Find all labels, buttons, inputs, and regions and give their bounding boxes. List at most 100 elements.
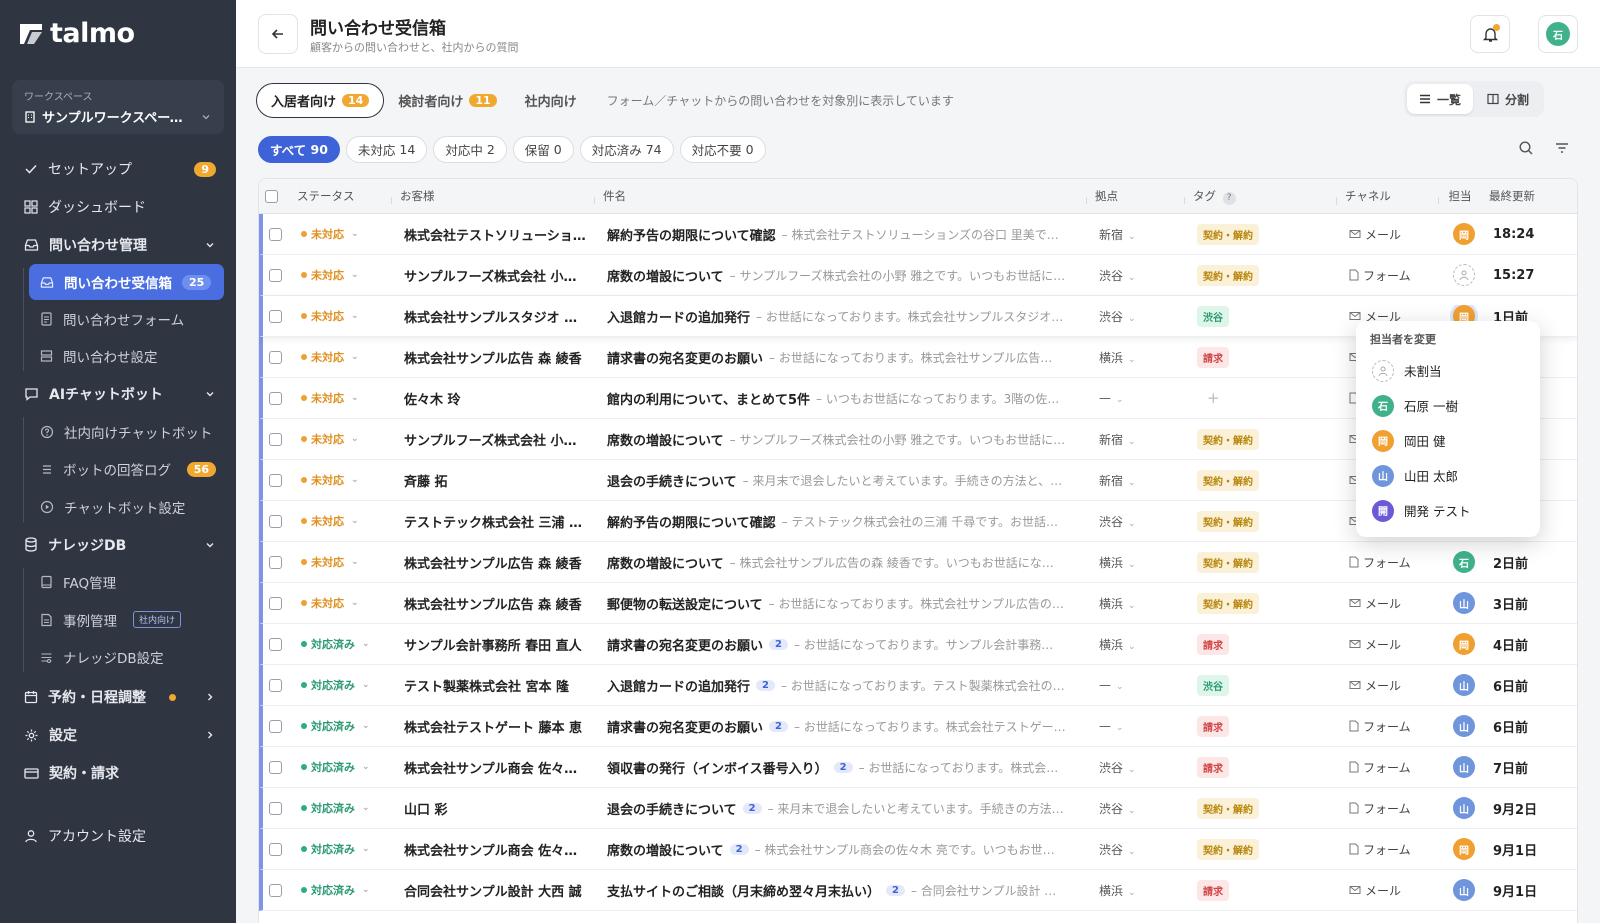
status-dropdown[interactable]: 未対応 ⌄ [301, 472, 388, 488]
location-dropdown[interactable]: 渋谷 ⌄ [1099, 843, 1136, 857]
subject[interactable]: 解約予告の期限について確認 – 株式会社テストソリューションズの谷口 里美で… [607, 225, 1083, 244]
workspace-switcher[interactable]: ワークスペース サンプルワークスペース… [12, 80, 224, 134]
sidebar-item-inbox[interactable]: 問い合わせ受信箱 25 [29, 264, 224, 300]
table-row[interactable]: 未対応 ⌄ 株式会社サンプル広告 森 綾香 席数の増設について – 株式会社サンプル広告… [259, 542, 1577, 583]
sidebar-item-booking[interactable]: 予約・日程調整 [0, 678, 236, 716]
tag-badge[interactable]: 契約・解約 [1197, 223, 1259, 245]
sidebar-item-inquiry-management[interactable]: 問い合わせ管理 [0, 226, 236, 264]
column-customer[interactable]: お客様 [392, 188, 595, 204]
sidebar-item-knowledge-db[interactable]: ナレッジDB [0, 526, 236, 564]
unassigned-user-icon[interactable] [1453, 264, 1475, 286]
avatar[interactable]: 岡 [1453, 223, 1475, 245]
status-dropdown[interactable]: 未対応 ⌄ [301, 554, 388, 570]
customer-name[interactable]: 株式会社サンプル商会 佐々… [404, 840, 591, 859]
status-dropdown[interactable]: 対応済み ⌄ [301, 718, 388, 734]
row-checkbox[interactable] [269, 760, 282, 774]
sidebar-item-billing[interactable]: 契約・請求 [0, 754, 236, 792]
status-dropdown[interactable]: 未対応 ⌄ [301, 431, 388, 447]
row-checkbox[interactable] [269, 432, 282, 446]
tag-badge[interactable]: 渋谷 [1197, 674, 1229, 696]
table-row[interactable]: 対応済み ⌄ 株式会社サンプル商会 佐々… 領収書の発行（インボイス番号入り） 2 – お… [259, 747, 1577, 788]
table-row[interactable]: 対応済み ⌄ テスト製薬株式会社 宮本 隆入退館カードの追加発行 2 – お世話になって… [259, 665, 1577, 706]
customer-name[interactable]: 株式会社サンプルスタジオ … [404, 307, 591, 326]
customer-name[interactable]: 株式会社テストソリューショ… [404, 225, 591, 244]
location-dropdown[interactable]: 渋谷 ⌄ [1099, 269, 1136, 283]
row-checkbox[interactable] [269, 637, 282, 651]
column-status[interactable]: ステータス [289, 188, 392, 204]
tag-badge[interactable]: 契約・解約 [1197, 592, 1259, 614]
avatar[interactable]: 石 [1453, 551, 1475, 573]
help-icon[interactable]: ? [1222, 191, 1236, 205]
status-dropdown[interactable]: 対応済み ⌄ [301, 636, 388, 652]
customer-name[interactable]: 株式会社サンプル広告 森 綾香 [404, 594, 591, 613]
subject[interactable]: 席数の増設について – サンプルフーズ株式会社の小野 雅之です。いつもお世話に… [607, 266, 1083, 285]
status-dropdown[interactable]: 未対応 ⌄ [301, 390, 388, 406]
search-icon[interactable] [1518, 140, 1534, 156]
row-checkbox[interactable] [269, 719, 282, 733]
filter-not-needed[interactable]: 対応不要 0 [679, 136, 766, 163]
avatar[interactable]: 岡 [1453, 838, 1475, 860]
subject[interactable]: 入退館カードの追加発行 – お世話になっております。株式会社サンプルスタジオ… [607, 307, 1083, 326]
location-dropdown[interactable]: — ⌄ [1099, 719, 1124, 733]
tab-internal[interactable]: 社内向け [511, 83, 591, 118]
tag-badge[interactable]: 契約・解約 [1197, 428, 1259, 450]
column-location[interactable]: 拠点 [1087, 188, 1185, 204]
filter-unhandled[interactable]: 未対応 14 [345, 136, 428, 163]
avatar[interactable]: 山 [1453, 715, 1475, 737]
sidebar-item-inquiry-settings[interactable]: 問い合わせ設定 [0, 338, 236, 376]
customer-name[interactable]: サンプルフーズ株式会社 小… [404, 266, 591, 285]
table-row[interactable]: 対応済み ⌄ 山口 彩退会の手続きについて 2 – 来月末で退会したいと考えています。手… [259, 788, 1577, 829]
tag-badge[interactable]: 請求 [1197, 756, 1229, 778]
tag-badge[interactable]: 契約・解約 [1197, 838, 1259, 860]
tag-badge[interactable]: 契約・解約 [1197, 510, 1259, 532]
subject[interactable]: 退会の手続きについて – 来月末で退会したいと考えています。手続きの方法と、… [607, 471, 1083, 490]
filter-icon[interactable] [1554, 140, 1570, 156]
subject[interactable]: 席数の増設について – 株式会社サンプル広告の森 綾香です。いつもお世話にな… [607, 553, 1083, 572]
assignee-option-unassigned[interactable]: 未割当 [1356, 353, 1540, 388]
location-dropdown[interactable]: 渋谷 ⌄ [1099, 761, 1136, 775]
subject[interactable]: 請求書の宛名変更のお願い 2 – お世話になっております。株式会社テストゲー… [607, 717, 1083, 736]
subject[interactable]: 請求書の宛名変更のお願い 2 – お世話になっております。サンプル会計事務… [607, 635, 1083, 654]
table-row[interactable]: 対応済み ⌄ 合同会社サンプル設計 大西 誠支払サイトのご相談（月末締め翌々月末払い… [259, 870, 1577, 911]
avatar[interactable]: 山 [1453, 756, 1475, 778]
subject[interactable]: 郵便物の転送設定について – お世話になっております。株式会社サンプル広告の… [607, 594, 1083, 613]
tab-prospects[interactable]: 検討者向け 11 [384, 83, 510, 118]
sidebar-item-inquiry-form[interactable]: 問い合わせフォーム [0, 300, 236, 338]
column-channel[interactable]: チャネル [1337, 188, 1439, 204]
tab-residents[interactable]: 入居者向け 14 [256, 82, 385, 118]
status-dropdown[interactable]: 対応済み ⌄ [301, 759, 388, 775]
subject[interactable]: 領収書の発行（インボイス番号入り） 2 – お世話になっております。株式会… [607, 758, 1083, 777]
customer-name[interactable]: 株式会社サンプル広告 森 綾香 [404, 553, 591, 572]
tag-badge[interactable]: 請求 [1197, 633, 1229, 655]
row-checkbox[interactable] [269, 391, 282, 405]
table-row[interactable]: 未対応 ⌄ 株式会社サンプル広告 森 綾香 郵便物の転送設定について – お世話になって… [259, 583, 1577, 624]
sidebar-item-internal-chatbot[interactable]: 社内向けチャットボット [0, 413, 236, 451]
row-checkbox[interactable] [269, 514, 282, 528]
customer-name[interactable]: 山口 彩 [404, 799, 591, 818]
location-dropdown[interactable]: 横浜 ⌄ [1099, 638, 1136, 652]
logo[interactable]: talmo [18, 18, 135, 49]
tag-badge[interactable]: 契約・解約 [1197, 797, 1259, 819]
split-view-button[interactable]: 分割 [1475, 84, 1541, 114]
subject[interactable]: 解約予告の期限について確認 – テストテック株式会社の三浦 千尋です。お世話… [607, 512, 1083, 531]
status-dropdown[interactable]: 未対応 ⌄ [301, 349, 388, 365]
row-checkbox[interactable] [269, 678, 282, 692]
tag-badge[interactable]: 請求 [1197, 879, 1229, 901]
column-tag[interactable]: タグ ? [1185, 188, 1337, 205]
row-checkbox[interactable] [269, 801, 282, 815]
status-dropdown[interactable]: 未対応 ⌄ [301, 513, 388, 529]
table-row[interactable]: 対応済み ⌄ 株式会社テストゲート 藤本 恵請求書の宛名変更のお願い 2 – お世話にな… [259, 706, 1577, 747]
location-dropdown[interactable]: 渋谷 ⌄ [1099, 802, 1136, 816]
row-checkbox[interactable] [269, 473, 282, 487]
tag-badge[interactable]: 請求 [1197, 715, 1229, 737]
sidebar-item-cases[interactable]: 事例管理 社内向け [0, 601, 236, 639]
filter-done[interactable]: 対応済み 74 [579, 136, 674, 163]
tag-badge[interactable]: 契約・解約 [1197, 469, 1259, 491]
customer-name[interactable]: テストテック株式会社 三浦 … [404, 512, 591, 531]
location-dropdown[interactable]: — ⌄ [1099, 391, 1124, 405]
column-subject[interactable]: 件名 [595, 188, 1087, 204]
subject[interactable]: 入退館カードの追加発行 2 – お世話になっております。テスト製薬株式会社の… [607, 676, 1083, 695]
filter-all[interactable]: すべて 90 [258, 136, 340, 163]
status-dropdown[interactable]: 未対応 ⌄ [301, 226, 388, 242]
sidebar-item-settings[interactable]: 設定 [0, 716, 236, 754]
